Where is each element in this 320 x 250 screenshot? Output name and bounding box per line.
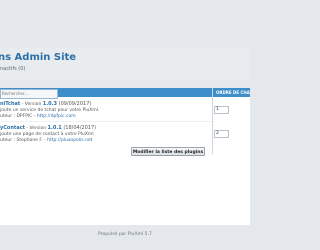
page-title: ns Admin Site	[0, 52, 77, 63]
plugin-version: 1.0.3	[42, 101, 58, 107]
plugin-author: uteur : Stephane F. - http://pluxopolis.…	[0, 138, 92, 143]
column-divider	[212, 88, 213, 154]
update-plugins-button[interactable]: Modifier la liste des plugins	[131, 147, 205, 156]
row-divider	[0, 121, 212, 122]
plugin-version: 1.0.1	[47, 125, 62, 131]
plugin-name: niTchat - Version 1.0.3 (09/09/2017)	[0, 101, 91, 107]
author-text: uteur : Stephane F. -	[0, 138, 48, 143]
footer: Propulsé par PluXml 5.7	[98, 232, 152, 237]
plugin-title: niTchat	[0, 101, 21, 107]
plugin-name: yContact - Version 1.0.1 (18/04/2017)	[0, 125, 96, 131]
plugin-date: (09/09/2017)	[57, 101, 92, 107]
admin-page: ns Admin Site nactifs (0) ORDRE DE CHA n…	[0, 0, 250, 250]
author-link[interactable]: http://pluxopolis.net	[47, 138, 92, 143]
search-input[interactable]	[0, 89, 58, 99]
plugin-author: uteur : DPFPIC - http://dpfpic.com	[0, 114, 76, 119]
plugin-title: yContact	[0, 125, 26, 131]
author-text: uteur : DPFPIC -	[0, 114, 37, 119]
column-header-order: ORDRE DE CHA	[216, 90, 250, 95]
plugin-description: joute un service de tchat pour votre Plu…	[0, 108, 100, 113]
order-input[interactable]: 1	[214, 106, 229, 114]
inactive-plugins-filter[interactable]: nactifs (0)	[0, 66, 25, 72]
author-link[interactable]: http://dpfpic.com	[37, 114, 76, 119]
version-label: - Version	[25, 126, 48, 131]
plugin-date: (18/04/2017)	[61, 125, 97, 131]
version-label: - Version	[20, 102, 43, 107]
order-input[interactable]: 2	[214, 130, 229, 138]
plugin-description: joute une page de contact à votre PluXml	[0, 132, 94, 137]
